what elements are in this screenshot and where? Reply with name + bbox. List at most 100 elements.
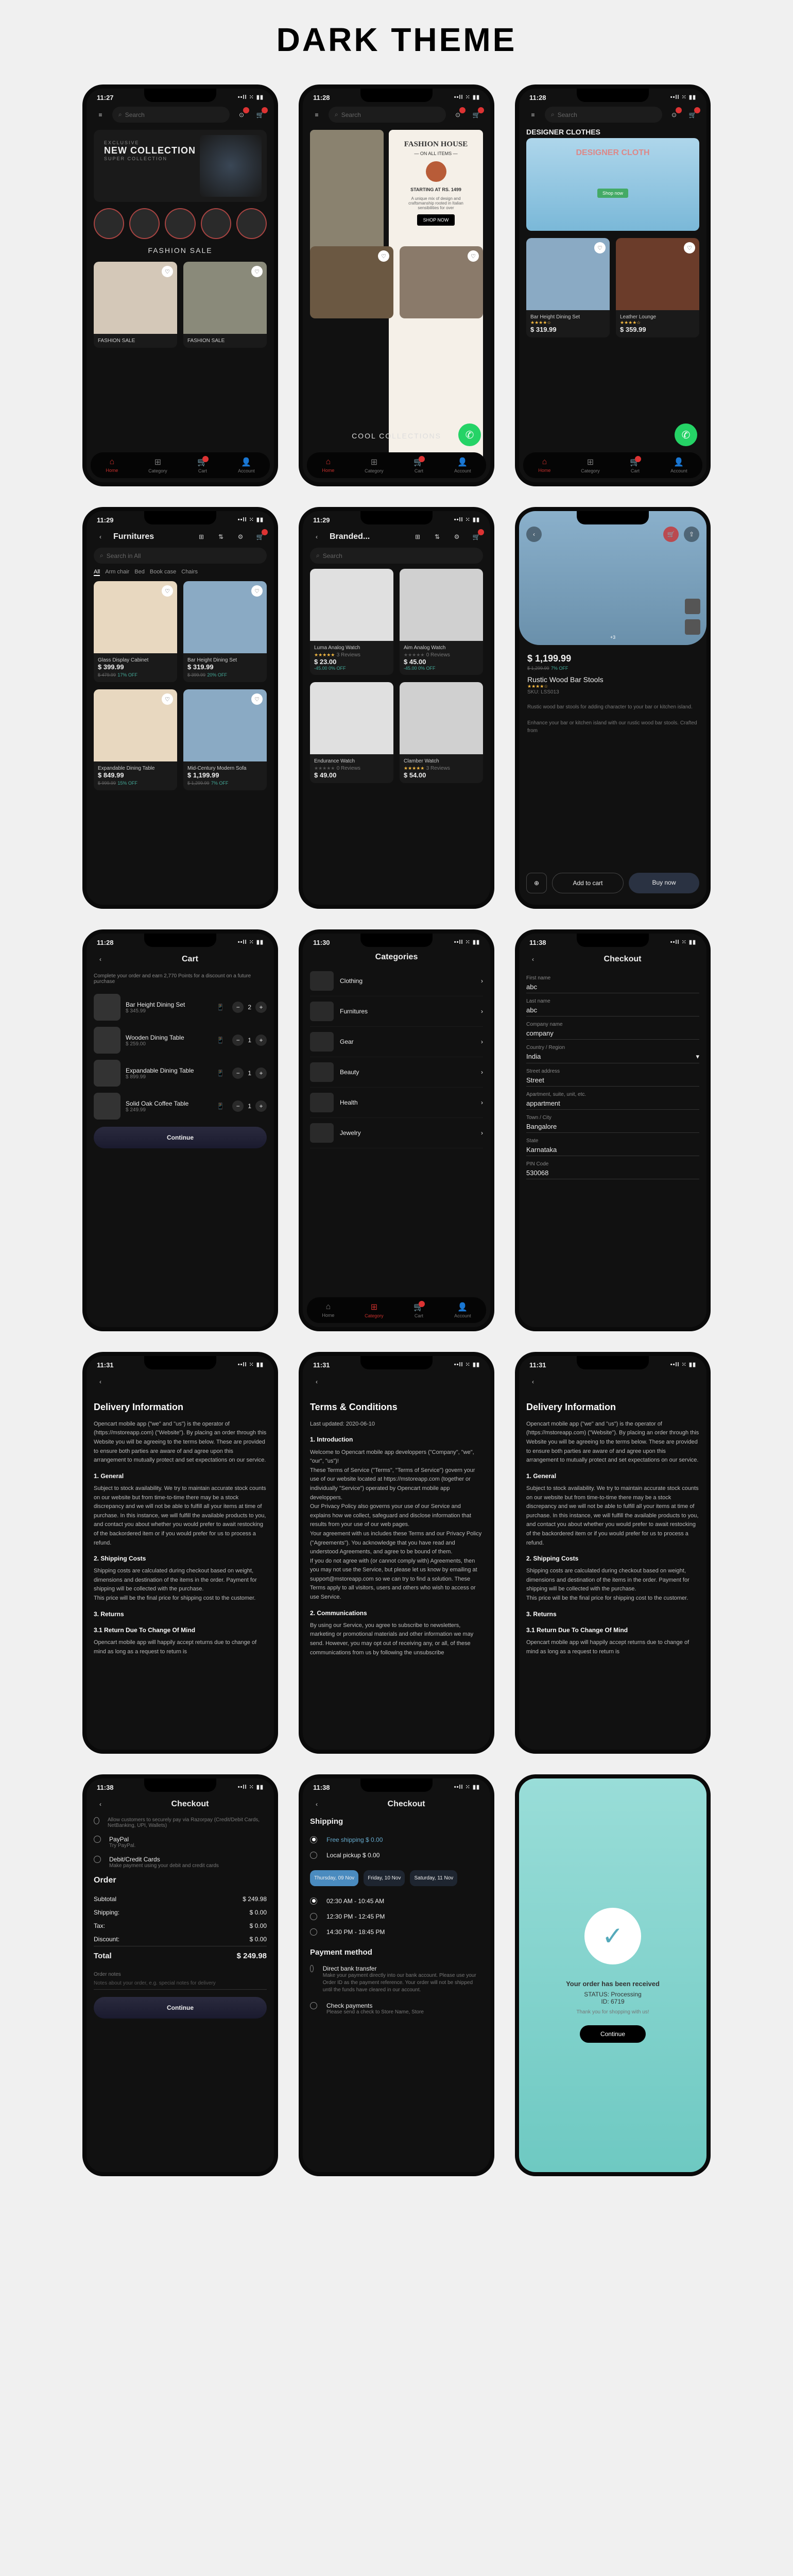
grid-icon[interactable]: ⊞ bbox=[411, 530, 424, 544]
nav-account[interactable]: 👤Account bbox=[454, 457, 471, 473]
time-option[interactable]: 12:30 PM - 12:45 PM bbox=[310, 1909, 483, 1924]
filter-icon[interactable]: ⚙ bbox=[450, 530, 463, 544]
favorite-icon[interactable]: ♡ bbox=[378, 250, 389, 262]
apartment-field[interactable]: Apartment, suite, unit, etc.appartment bbox=[526, 1092, 699, 1110]
cart-icon[interactable]: 🛒 bbox=[470, 108, 483, 122]
back-icon[interactable]: ‹ bbox=[94, 530, 107, 544]
device-icon[interactable]: 📱 bbox=[214, 1033, 227, 1047]
product-card[interactable]: ♡ Bar Height Dining Set★★★★☆$ 319.99 bbox=[526, 238, 610, 337]
qty-plus[interactable]: + bbox=[255, 1035, 267, 1046]
device-icon[interactable]: 📱 bbox=[214, 1099, 227, 1113]
payment-option[interactable]: Check paymentsPlease send a check to Sto… bbox=[310, 1998, 483, 2019]
nav-cart[interactable]: 🛒Cart bbox=[630, 457, 640, 473]
shipping-option[interactable]: Free shipping $ 0.00 bbox=[310, 1832, 483, 1848]
qty-minus[interactable]: − bbox=[232, 1100, 244, 1112]
product-card[interactable]: ♡ bbox=[310, 246, 393, 318]
notification-icon[interactable]: ⊙ bbox=[451, 108, 464, 122]
product-card[interactable]: ♡Expandable Dining Table$ 849.99$ 999.99… bbox=[94, 689, 177, 790]
grid-icon[interactable]: ⊞ bbox=[195, 530, 208, 544]
first-name-field[interactable]: First nameabc bbox=[526, 975, 699, 993]
product-card[interactable]: Luma Analog Watch★★★★★ 3 Reviews$ 23.00-… bbox=[310, 569, 393, 675]
favorite-icon[interactable]: ♡ bbox=[594, 242, 606, 253]
menu-icon[interactable]: ≡ bbox=[94, 108, 107, 122]
search-input[interactable]: ⌕Search bbox=[112, 107, 230, 123]
category-row[interactable]: Beauty› bbox=[310, 1057, 483, 1088]
favorite-icon[interactable]: ♡ bbox=[684, 242, 695, 253]
story-item[interactable] bbox=[94, 208, 124, 239]
gallery-thumb[interactable] bbox=[685, 619, 700, 635]
chip[interactable]: Bed bbox=[134, 569, 145, 576]
nav-home[interactable]: ⌂Home bbox=[538, 457, 550, 473]
cart-icon[interactable]: 🛒 bbox=[686, 108, 699, 122]
back-icon[interactable]: ‹ bbox=[310, 1375, 323, 1388]
favorite-icon[interactable]: ♡ bbox=[251, 585, 263, 597]
back-icon[interactable]: ‹ bbox=[94, 1798, 107, 1811]
qty-minus[interactable]: − bbox=[232, 1002, 244, 1013]
filter-icon[interactable]: ⚙ bbox=[234, 530, 247, 544]
product-card[interactable]: ♡Mid-Century Modern Sofa$ 1,199.99$ 1,29… bbox=[183, 689, 267, 790]
notification-icon[interactable]: ⊙ bbox=[235, 108, 248, 122]
add-to-cart-button[interactable]: Add to cart bbox=[552, 873, 624, 893]
nav-category[interactable]: ⊞Category bbox=[365, 1302, 384, 1318]
bookmark-icon[interactable]: ⊕ bbox=[526, 873, 547, 893]
notes-input[interactable]: Notes about your order, e.g. special not… bbox=[94, 1977, 267, 1990]
continue-button[interactable]: Continue bbox=[94, 1127, 267, 1148]
back-icon[interactable]: ‹ bbox=[94, 953, 107, 966]
date-option[interactable]: Saturday, 11 Nov bbox=[410, 1870, 457, 1886]
story-item[interactable] bbox=[129, 208, 160, 239]
date-option[interactable]: Thursday, 09 Nov bbox=[310, 1870, 358, 1886]
payment-option[interactable]: Allow customers to securely pay via Razo… bbox=[94, 1817, 267, 1828]
device-icon[interactable]: 📱 bbox=[214, 1066, 227, 1080]
back-icon[interactable]: ‹ bbox=[526, 527, 542, 542]
product-card[interactable]: Aim Analog Watch★★★★★ 0 Reviews$ 45.00-4… bbox=[400, 569, 483, 675]
cart-icon[interactable]: 🛒 bbox=[470, 530, 483, 544]
favorite-icon[interactable]: ♡ bbox=[162, 266, 173, 277]
country-field[interactable]: Country / RegionIndia▾ bbox=[526, 1045, 699, 1063]
nav-category[interactable]: ⊞Category bbox=[148, 457, 167, 473]
category-row[interactable]: Gear› bbox=[310, 1027, 483, 1057]
device-icon[interactable]: 📱 bbox=[214, 1001, 227, 1014]
qty-plus[interactable]: + bbox=[255, 1002, 267, 1013]
search-input[interactable]: ⌕Search bbox=[310, 548, 483, 564]
time-option[interactable]: 02:30 AM - 10:45 AM bbox=[310, 1893, 483, 1909]
favorite-icon[interactable]: ♡ bbox=[251, 693, 263, 705]
cart-icon[interactable]: 🛒 bbox=[253, 108, 267, 122]
category-row[interactable]: Jewelry› bbox=[310, 1118, 483, 1148]
nav-category[interactable]: ⊞Category bbox=[365, 457, 384, 473]
favorite-icon[interactable]: ♡ bbox=[162, 585, 173, 597]
back-icon[interactable]: ‹ bbox=[526, 1375, 540, 1388]
company-field[interactable]: Company namecompany bbox=[526, 1022, 699, 1040]
product-card[interactable]: Clamber Watch★★★★★ 3 Reviews$ 54.00 bbox=[400, 682, 483, 783]
category-row[interactable]: Clothing› bbox=[310, 966, 483, 996]
shop-now-button[interactable]: Shop now bbox=[597, 189, 628, 198]
nav-home[interactable]: ⌂Home bbox=[322, 1302, 334, 1318]
shop-now-button[interactable]: SHOP NOW bbox=[417, 214, 455, 226]
category-row[interactable]: Health› bbox=[310, 1088, 483, 1118]
back-icon[interactable]: ‹ bbox=[94, 1375, 107, 1388]
product-card[interactable]: ♡FASHION SALE bbox=[183, 262, 267, 348]
cart-icon[interactable]: 🛒 bbox=[663, 527, 679, 542]
product-card[interactable]: ♡ bbox=[400, 246, 483, 318]
chip[interactable]: Chairs bbox=[181, 569, 198, 576]
product-card[interactable]: Endurance Watch★★★★★ 0 Reviews$ 49.00 bbox=[310, 682, 393, 783]
story-item[interactable] bbox=[236, 208, 267, 239]
search-input[interactable]: ⌕Search bbox=[545, 107, 662, 123]
nav-account[interactable]: 👤Account bbox=[238, 457, 255, 473]
continue-button[interactable]: Continue bbox=[580, 2025, 646, 2043]
qty-plus[interactable]: + bbox=[255, 1100, 267, 1112]
sort-icon[interactable]: ⇅ bbox=[430, 530, 444, 544]
city-field[interactable]: Town / CityBangalore bbox=[526, 1115, 699, 1133]
hero-banner[interactable]: EXCLUSIVE NEW COLLECTION SUPER COLLECTIO… bbox=[94, 130, 267, 202]
whatsapp-fab[interactable]: ✆ bbox=[675, 423, 697, 446]
last-name-field[interactable]: Last nameabc bbox=[526, 998, 699, 1016]
notification-icon[interactable]: ⊙ bbox=[667, 108, 681, 122]
buy-now-button[interactable]: Buy now bbox=[629, 873, 699, 893]
state-field[interactable]: StateKarnataka bbox=[526, 1138, 699, 1156]
payment-option[interactable]: Direct bank transferMake your payment di… bbox=[310, 1961, 483, 1998]
search-input[interactable]: ⌕Search in All bbox=[94, 548, 267, 564]
designer-banner[interactable]: DESIGNER CLOTH Shop now bbox=[526, 138, 699, 231]
nav-category[interactable]: ⊞Category bbox=[581, 457, 600, 473]
cart-icon[interactable]: 🛒 bbox=[253, 530, 267, 544]
nav-cart[interactable]: 🛒Cart bbox=[413, 457, 424, 473]
product-card[interactable]: ♡Bar Height Dining Set$ 319.99$ 399.99 2… bbox=[183, 581, 267, 682]
